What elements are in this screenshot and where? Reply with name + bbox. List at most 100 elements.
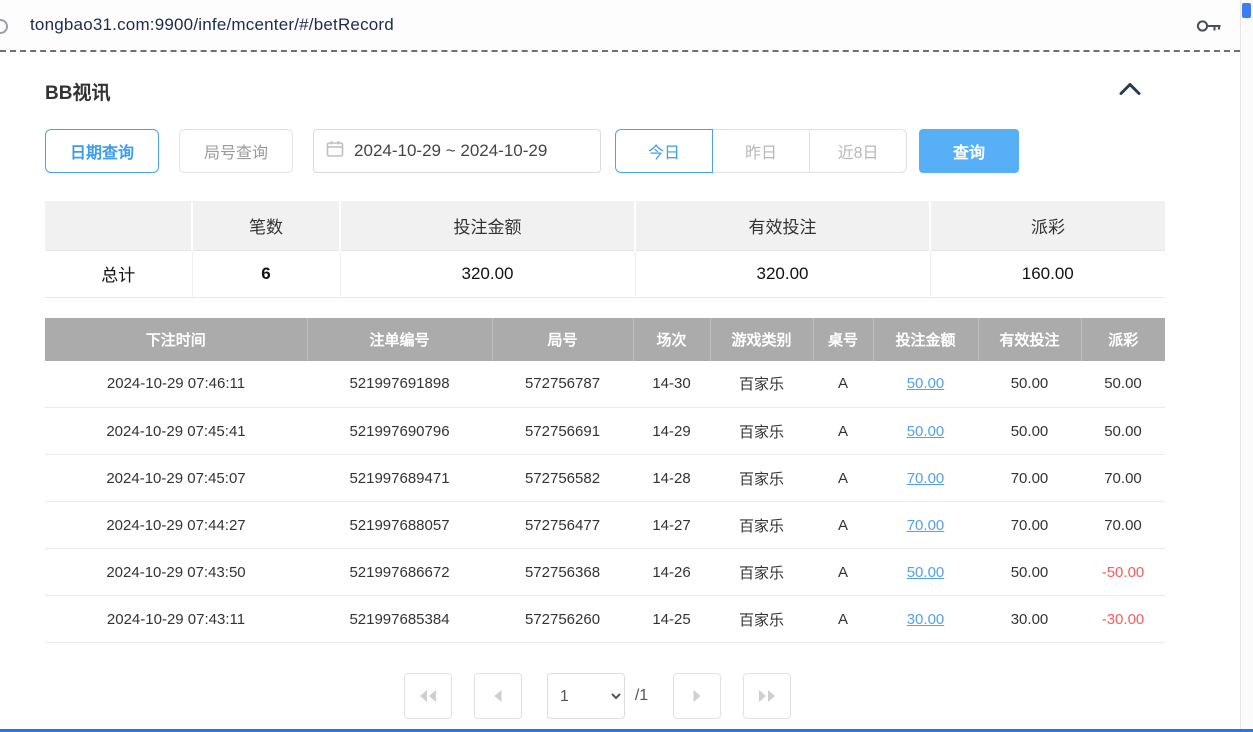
bet-amount-link[interactable]: 50.00 xyxy=(907,564,945,581)
summary-header-valid-bet: 有效投注 xyxy=(635,201,930,250)
round-id-cell: 572756691 xyxy=(492,408,633,455)
session-cell: 14-29 xyxy=(633,408,710,455)
table-row: 2024-10-29 07:44:27521997688057572756477… xyxy=(45,502,1165,549)
date-query-tab[interactable]: 日期查询 xyxy=(45,129,159,173)
scrollbar[interactable] xyxy=(1240,0,1253,732)
calendar-icon xyxy=(326,140,344,163)
order-id-cell: 521997690796 xyxy=(307,408,492,455)
order-id-cell: 521997689471 xyxy=(307,455,492,502)
payout-cell: 70.00 xyxy=(1081,502,1165,549)
bet-time-cell: 2024-10-29 07:43:50 xyxy=(45,549,307,596)
bet-time-cell: 2024-10-29 07:45:41 xyxy=(45,408,307,455)
summary-header-payout: 派彩 xyxy=(930,201,1165,250)
order-id-cell: 521997691898 xyxy=(307,361,492,408)
page-total: /1 xyxy=(635,687,648,705)
session-cell: 14-27 xyxy=(633,502,710,549)
game-type-cell: 百家乐 xyxy=(710,408,813,455)
payout-cell: -50.00 xyxy=(1081,549,1165,596)
round-id-cell: 572756787 xyxy=(492,361,633,408)
valid-bet-cell: 30.00 xyxy=(978,596,1081,643)
table-row: 2024-10-29 07:46:11521997691898572756787… xyxy=(45,361,1165,408)
url-text[interactable]: tongbao31.com:9900/infe/mcenter/#/betRec… xyxy=(30,15,394,35)
summary-total-label: 总计 xyxy=(45,250,192,297)
bet-amount-cell: 30.00 xyxy=(873,596,978,643)
session-cell: 14-30 xyxy=(633,361,710,408)
round-query-tab[interactable]: 局号查询 xyxy=(179,129,293,173)
bet-amount-cell: 50.00 xyxy=(873,408,978,455)
col-header-round-id: 局号 xyxy=(492,318,633,361)
valid-bet-cell: 50.00 xyxy=(978,408,1081,455)
first-page-button[interactable] xyxy=(404,673,452,719)
next-page-button[interactable] xyxy=(673,673,721,719)
col-header-payout: 派彩 xyxy=(1081,318,1165,361)
collapse-chevron-up-icon[interactable] xyxy=(1118,82,1142,101)
game-type-cell: 百家乐 xyxy=(710,502,813,549)
game-type-cell: 百家乐 xyxy=(710,549,813,596)
summary-valid-bet-value: 320.00 xyxy=(635,250,930,297)
session-cell: 14-25 xyxy=(633,596,710,643)
session-cell: 14-26 xyxy=(633,549,710,596)
table-no-cell: A xyxy=(813,408,873,455)
previous-page-button[interactable] xyxy=(474,673,522,719)
pagination: 1 /1 xyxy=(45,673,1150,719)
yesterday-button[interactable]: 昨日 xyxy=(712,129,810,173)
bet-amount-link[interactable]: 50.00 xyxy=(907,375,945,392)
valid-bet-cell: 70.00 xyxy=(978,502,1081,549)
summary-table: 笔数 投注金额 有效投注 派彩 总计 6 320.00 320.00 160.0… xyxy=(45,201,1165,298)
valid-bet-cell: 50.00 xyxy=(978,549,1081,596)
game-type-cell: 百家乐 xyxy=(710,596,813,643)
panel-title: BB视讯 xyxy=(45,78,110,105)
summary-payout-value: 160.00 xyxy=(930,250,1165,297)
summary-header-count: 笔数 xyxy=(192,201,340,250)
clipped-favicon-icon xyxy=(0,19,8,34)
table-no-cell: A xyxy=(813,361,873,408)
page-select[interactable]: 1 xyxy=(547,673,625,719)
summary-header-blank xyxy=(45,201,192,250)
valid-bet-cell: 70.00 xyxy=(978,455,1081,502)
col-header-valid-bet: 有效投注 xyxy=(978,318,1081,361)
last-8-days-button[interactable]: 近8日 xyxy=(809,129,907,173)
panel-header: BB视讯 xyxy=(45,78,1150,105)
col-header-bet-amount: 投注金额 xyxy=(873,318,978,361)
today-button[interactable]: 今日 xyxy=(615,129,713,173)
table-row: 2024-10-29 07:45:07521997689471572756582… xyxy=(45,455,1165,502)
round-id-cell: 572756368 xyxy=(492,549,633,596)
search-button[interactable]: 查询 xyxy=(919,129,1019,173)
filter-row: 日期查询 局号查询 2024-10-29 ~ 2024-10-29 今日 昨日 … xyxy=(45,129,1150,173)
bet-amount-link[interactable]: 70.00 xyxy=(907,517,945,534)
valid-bet-cell: 50.00 xyxy=(978,361,1081,408)
round-id-cell: 572756582 xyxy=(492,455,633,502)
summary-header-bet-amount: 投注金额 xyxy=(340,201,635,250)
col-header-table-no: 桌号 xyxy=(813,318,873,361)
summary-header-row: 笔数 投注金额 有效投注 派彩 xyxy=(45,201,1165,250)
table-row: 2024-10-29 07:43:50521997686672572756368… xyxy=(45,549,1165,596)
bet-amount-link[interactable]: 70.00 xyxy=(907,470,945,487)
quick-date-button-group: 今日 昨日 近8日 xyxy=(615,129,907,173)
bet-amount-cell: 70.00 xyxy=(873,502,978,549)
bet-amount-cell: 50.00 xyxy=(873,549,978,596)
bet-table-body: 2024-10-29 07:46:11521997691898572756787… xyxy=(45,361,1165,643)
table-no-cell: A xyxy=(813,596,873,643)
payout-cell: 70.00 xyxy=(1081,455,1165,502)
bet-amount-link[interactable]: 30.00 xyxy=(907,611,945,628)
password-key-icon[interactable] xyxy=(1196,19,1222,38)
date-range-value: 2024-10-29 ~ 2024-10-29 xyxy=(354,141,547,161)
payout-cell: 50.00 xyxy=(1081,408,1165,455)
payout-cell: 50.00 xyxy=(1081,361,1165,408)
bet-record-table: 下注时间 注单编号 局号 场次 游戏类别 桌号 投注金额 有效投注 派彩 202… xyxy=(45,318,1165,644)
col-header-order-id: 注单编号 xyxy=(307,318,492,361)
last-page-button[interactable] xyxy=(743,673,791,719)
table-row: 2024-10-29 07:43:11521997685384572756260… xyxy=(45,596,1165,643)
table-no-cell: A xyxy=(813,549,873,596)
scrollbar-thumb[interactable] xyxy=(1242,3,1251,18)
bet-amount-link[interactable]: 50.00 xyxy=(907,423,945,440)
table-row: 2024-10-29 07:45:41521997690796572756691… xyxy=(45,408,1165,455)
date-range-picker[interactable]: 2024-10-29 ~ 2024-10-29 xyxy=(313,129,601,173)
order-id-cell: 521997686672 xyxy=(307,549,492,596)
game-type-cell: 百家乐 xyxy=(710,361,813,408)
table-no-cell: A xyxy=(813,455,873,502)
summary-count-value: 6 xyxy=(192,250,340,297)
game-type-cell: 百家乐 xyxy=(710,455,813,502)
bet-amount-cell: 50.00 xyxy=(873,361,978,408)
bet-time-cell: 2024-10-29 07:46:11 xyxy=(45,361,307,408)
